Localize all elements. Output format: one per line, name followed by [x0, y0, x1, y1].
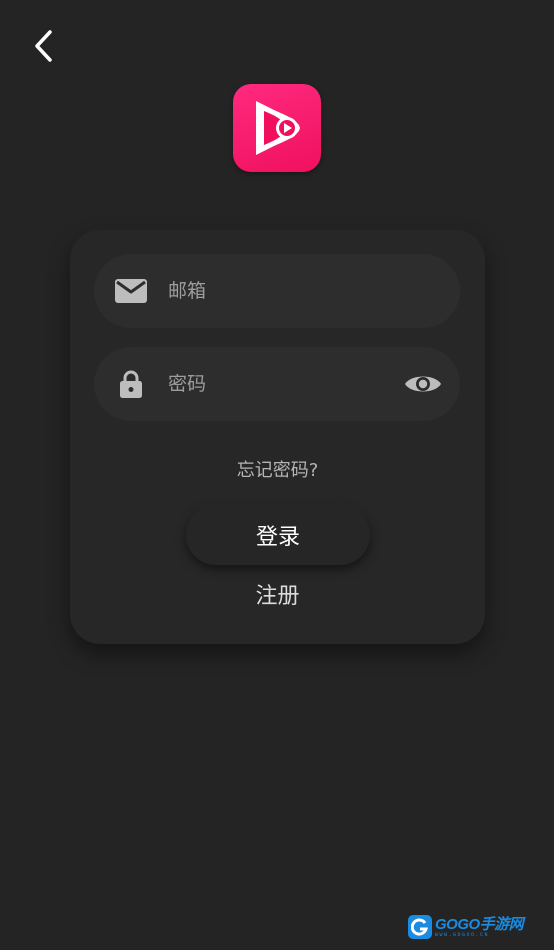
play-logo-icon — [256, 101, 300, 155]
watermark-sub-text: WWW.GOGOO.CN — [435, 931, 490, 938]
watermark-logo: GOGO手游网 WWW.GOGOO.CN — [408, 912, 524, 942]
chevron-left-icon — [35, 30, 52, 62]
password-field[interactable] — [94, 347, 460, 421]
login-screen: 忘记密码? 登录 注册 GOGO手游网 WWW.GOGOO.CN — [0, 0, 554, 950]
watermark-badge-icon — [408, 915, 432, 939]
mail-icon — [114, 274, 148, 308]
lock-icon — [114, 367, 148, 401]
app-logo — [233, 84, 321, 172]
watermark-text: GOGO手游网 WWW.GOGOO.CN — [435, 915, 524, 938]
email-input[interactable] — [168, 254, 390, 328]
forgot-password-link[interactable]: 忘记密码? — [70, 456, 485, 482]
register-link[interactable]: 注册 — [70, 578, 485, 610]
back-button[interactable] — [24, 26, 64, 66]
watermark-main-text: GOGO手游网 — [435, 915, 524, 933]
password-input[interactable] — [168, 347, 390, 421]
login-card: 忘记密码? 登录 注册 — [70, 230, 485, 644]
eye-icon[interactable] — [404, 365, 442, 403]
email-field[interactable] — [94, 254, 460, 328]
login-button[interactable]: 登录 — [186, 505, 370, 565]
